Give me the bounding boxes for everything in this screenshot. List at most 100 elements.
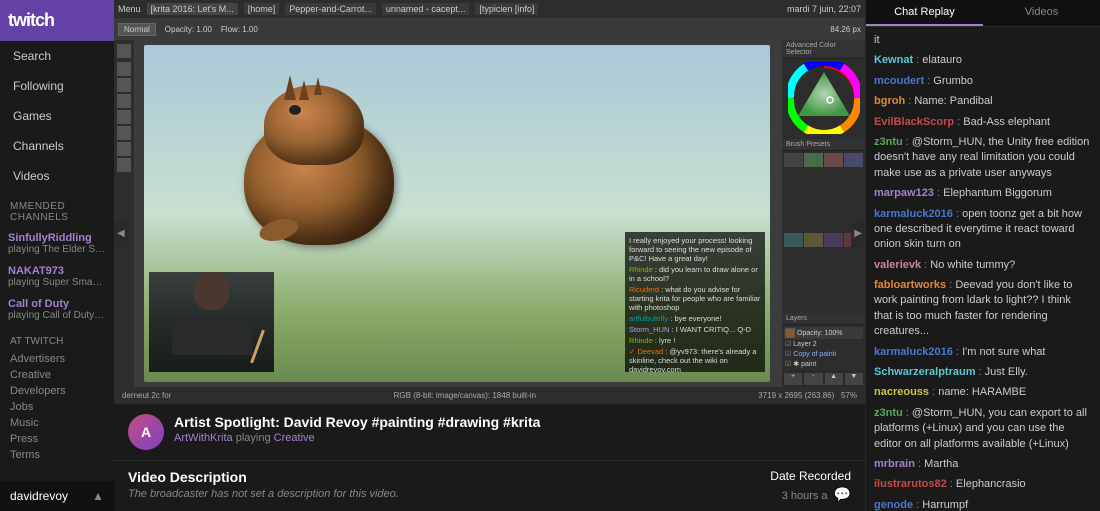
layer-row-4[interactable]: ☑ ✱ paint: [784, 359, 863, 369]
description-heading: Video Description: [128, 469, 770, 485]
chat-message: bgroh : Name: Pandibal: [874, 94, 1092, 109]
footer-link-advertisers[interactable]: Advertisers: [0, 351, 114, 367]
layer-row-2[interactable]: ☑ Layer 2: [784, 339, 863, 349]
tool-btn-7[interactable]: [117, 142, 131, 156]
chat-username[interactable]: EvilBlackScorp: [874, 116, 954, 128]
chat-message: EvilBlackScorp : Bad-Ass elephant: [874, 115, 1092, 130]
tab-chat-replay[interactable]: Chat Replay: [866, 0, 983, 26]
chat-username[interactable]: mcoudert: [874, 75, 924, 87]
user-chevron-icon[interactable]: ▲: [92, 489, 104, 503]
username-label[interactable]: davidrevoy: [10, 489, 68, 503]
tool-btn-4[interactable]: [117, 94, 131, 108]
footer-link-terms[interactable]: Terms: [0, 447, 114, 463]
recommended-header: MMENDED CHANNELS: [0, 191, 114, 227]
layer-row-3[interactable]: ☑ Copy of painti: [784, 349, 863, 359]
brush-preset[interactable]: [804, 233, 823, 247]
tool-btn-1[interactable]: [117, 44, 131, 58]
chat-username[interactable]: mrbrain: [874, 458, 915, 470]
chat-username[interactable]: nacreouss: [874, 386, 929, 398]
webcam-overlay: [149, 272, 274, 372]
chat-username[interactable]: z3ntu: [874, 136, 903, 148]
sidebar-item-channels[interactable]: Channels: [0, 131, 114, 161]
chat-bubble-icon[interactable]: 💬: [834, 486, 851, 503]
krita-opacity-label: Opacity: 1.00: [165, 25, 212, 34]
twitch-logo[interactable]: twitch: [8, 10, 54, 30]
krita-window-tab3[interactable]: Pepper-and-Carrot...: [285, 3, 376, 15]
sidebar-channel-sinfully[interactable]: SinfullyRiddling playing The Elder Scrol…: [0, 227, 114, 260]
footer-link-jobs[interactable]: Jobs: [0, 399, 114, 415]
brush-presets-header: Brush Presets: [782, 139, 865, 151]
chat-tabs: Chat Replay Videos: [866, 0, 1100, 27]
chat-message: fabloartworks : Deevad you don't like to…: [874, 278, 1092, 340]
chat-username[interactable]: Schwarzeralptraum: [874, 366, 975, 378]
tool-btn-2[interactable]: [117, 62, 131, 76]
brush-preset[interactable]: [784, 153, 803, 167]
footer-link-creative[interactable]: Creative: [0, 367, 114, 383]
krita-toolbox: [114, 40, 134, 387]
tool-btn-8[interactable]: [117, 158, 131, 172]
left-chevron-button[interactable]: ◀: [114, 220, 128, 247]
krita-time: mardi 7 juin, 22:07: [787, 4, 861, 14]
color-wheel[interactable]: [782, 59, 865, 137]
krita-statusbar: derneut 2c for RGB (8-bit: image/canvas)…: [114, 387, 865, 403]
brush-preset[interactable]: [824, 153, 843, 167]
chat-message: Kewnat : elatauro: [874, 53, 1092, 68]
status-left: derneut 2c for: [122, 391, 171, 400]
chat-username[interactable]: bgroh: [874, 95, 905, 107]
krita-size-label: 84.26 px: [830, 25, 861, 34]
chat-username[interactable]: ilustrarutos82: [874, 478, 947, 490]
brush-preset[interactable]: [804, 153, 823, 167]
krita-window-tab2[interactable]: [home]: [244, 3, 280, 15]
chat-username[interactable]: karmaluck2016: [874, 208, 953, 220]
video-player[interactable]: Menu [krita 2016: Let's M... [home] Pepp…: [114, 0, 865, 403]
layers-dn-btn[interactable]: ▼: [845, 373, 863, 385]
layers-add-btn[interactable]: +: [784, 373, 802, 385]
footer-link-music[interactable]: Music: [0, 415, 114, 431]
channel-link[interactable]: ArtWithKrita: [174, 432, 233, 444]
tab-videos[interactable]: Videos: [983, 0, 1100, 26]
brush-preset[interactable]: [844, 153, 863, 167]
layers-toolbar: + - ▲ ▼: [782, 371, 865, 387]
chat-username[interactable]: fabloartworks: [874, 279, 946, 291]
layer-row[interactable]: Opacity: 100%: [784, 327, 863, 339]
krita-window-tab4[interactable]: unnamed - cacept...: [382, 3, 470, 15]
chat-username[interactable]: valerievk: [874, 259, 921, 271]
tool-btn-5[interactable]: [117, 110, 131, 124]
tool-btn-6[interactable]: [117, 126, 131, 140]
krita-window-tab1[interactable]: [krita 2016: Let's M...: [147, 3, 238, 15]
chat-message: genode : Harrumpf: [874, 498, 1092, 511]
sidebar-channel-nakat[interactable]: NAKAT973 playing Super Smash Bros. for..…: [0, 260, 114, 293]
chat-username[interactable]: karmaluck2016: [874, 346, 953, 358]
chat-message: Schwarzeralptraum : Just Elly.: [874, 365, 1092, 380]
sidebar-item-games[interactable]: Games: [0, 101, 114, 131]
footer-link-developers[interactable]: Developers: [0, 383, 114, 399]
category-link[interactable]: Creative: [274, 432, 315, 444]
sidebar-item-videos[interactable]: Videos: [0, 161, 114, 191]
krita-canvas[interactable]: I really enjoyed your process! looking f…: [134, 40, 780, 387]
description-text: The broadcaster has not set a descriptio…: [128, 488, 770, 500]
layers-delete-btn[interactable]: -: [804, 373, 822, 385]
color-selector-header: Advanced Color Selector: [782, 40, 865, 59]
layers-header: Layers: [782, 313, 865, 325]
krita-tool-normal[interactable]: Normal: [118, 23, 156, 36]
chat-panel: Chat Replay Videos it Kewnat : elatauro mc…: [865, 0, 1100, 511]
chat-username[interactable]: Kewnat: [874, 54, 913, 66]
chat-username[interactable]: z3ntu: [874, 407, 903, 419]
chat-username[interactable]: genode: [874, 499, 913, 511]
brush-preset[interactable]: [784, 233, 803, 247]
krita-menu-item[interactable]: Menu: [118, 4, 141, 14]
chat-username[interactable]: marpaw123: [874, 187, 934, 199]
chat-message: nacreouss : name: HARAMBE: [874, 385, 1092, 400]
right-chevron-button[interactable]: ▶: [851, 220, 865, 247]
sidebar-item-following[interactable]: Following: [0, 71, 114, 101]
sidebar-channel-cod[interactable]: Call of Duty playing Call of Duty: Black…: [0, 293, 114, 326]
brush-preset[interactable]: [824, 233, 843, 247]
krita-window-tab5[interactable]: [typicien [info]: [475, 3, 538, 15]
chat-message: it: [874, 33, 1092, 48]
layers-up-btn[interactable]: ▲: [825, 373, 843, 385]
stream-title-area: A Artist Spotlight: David Revoy #paintin…: [128, 414, 851, 450]
krita-menubar: Menu [krita 2016: Let's M... [home] Pepp…: [114, 0, 865, 18]
tool-btn-3[interactable]: [117, 78, 131, 92]
footer-link-press[interactable]: Press: [0, 431, 114, 447]
sidebar-item-search[interactable]: Search: [0, 41, 114, 71]
